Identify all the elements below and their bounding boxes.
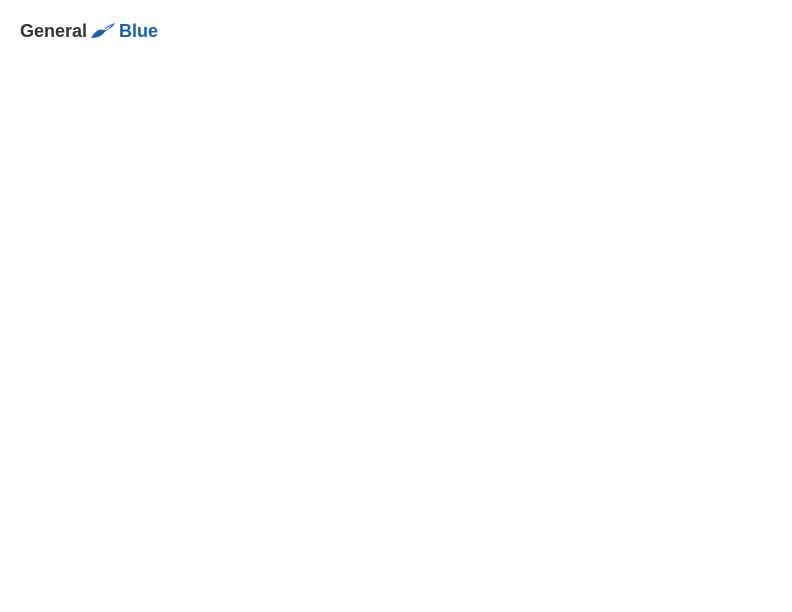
logo-blue-text: Blue xyxy=(119,21,158,42)
logo-bird-icon xyxy=(89,20,117,42)
page-header: General Blue xyxy=(20,20,772,42)
logo-general-text: General xyxy=(20,21,87,42)
logo: General Blue xyxy=(20,20,158,42)
